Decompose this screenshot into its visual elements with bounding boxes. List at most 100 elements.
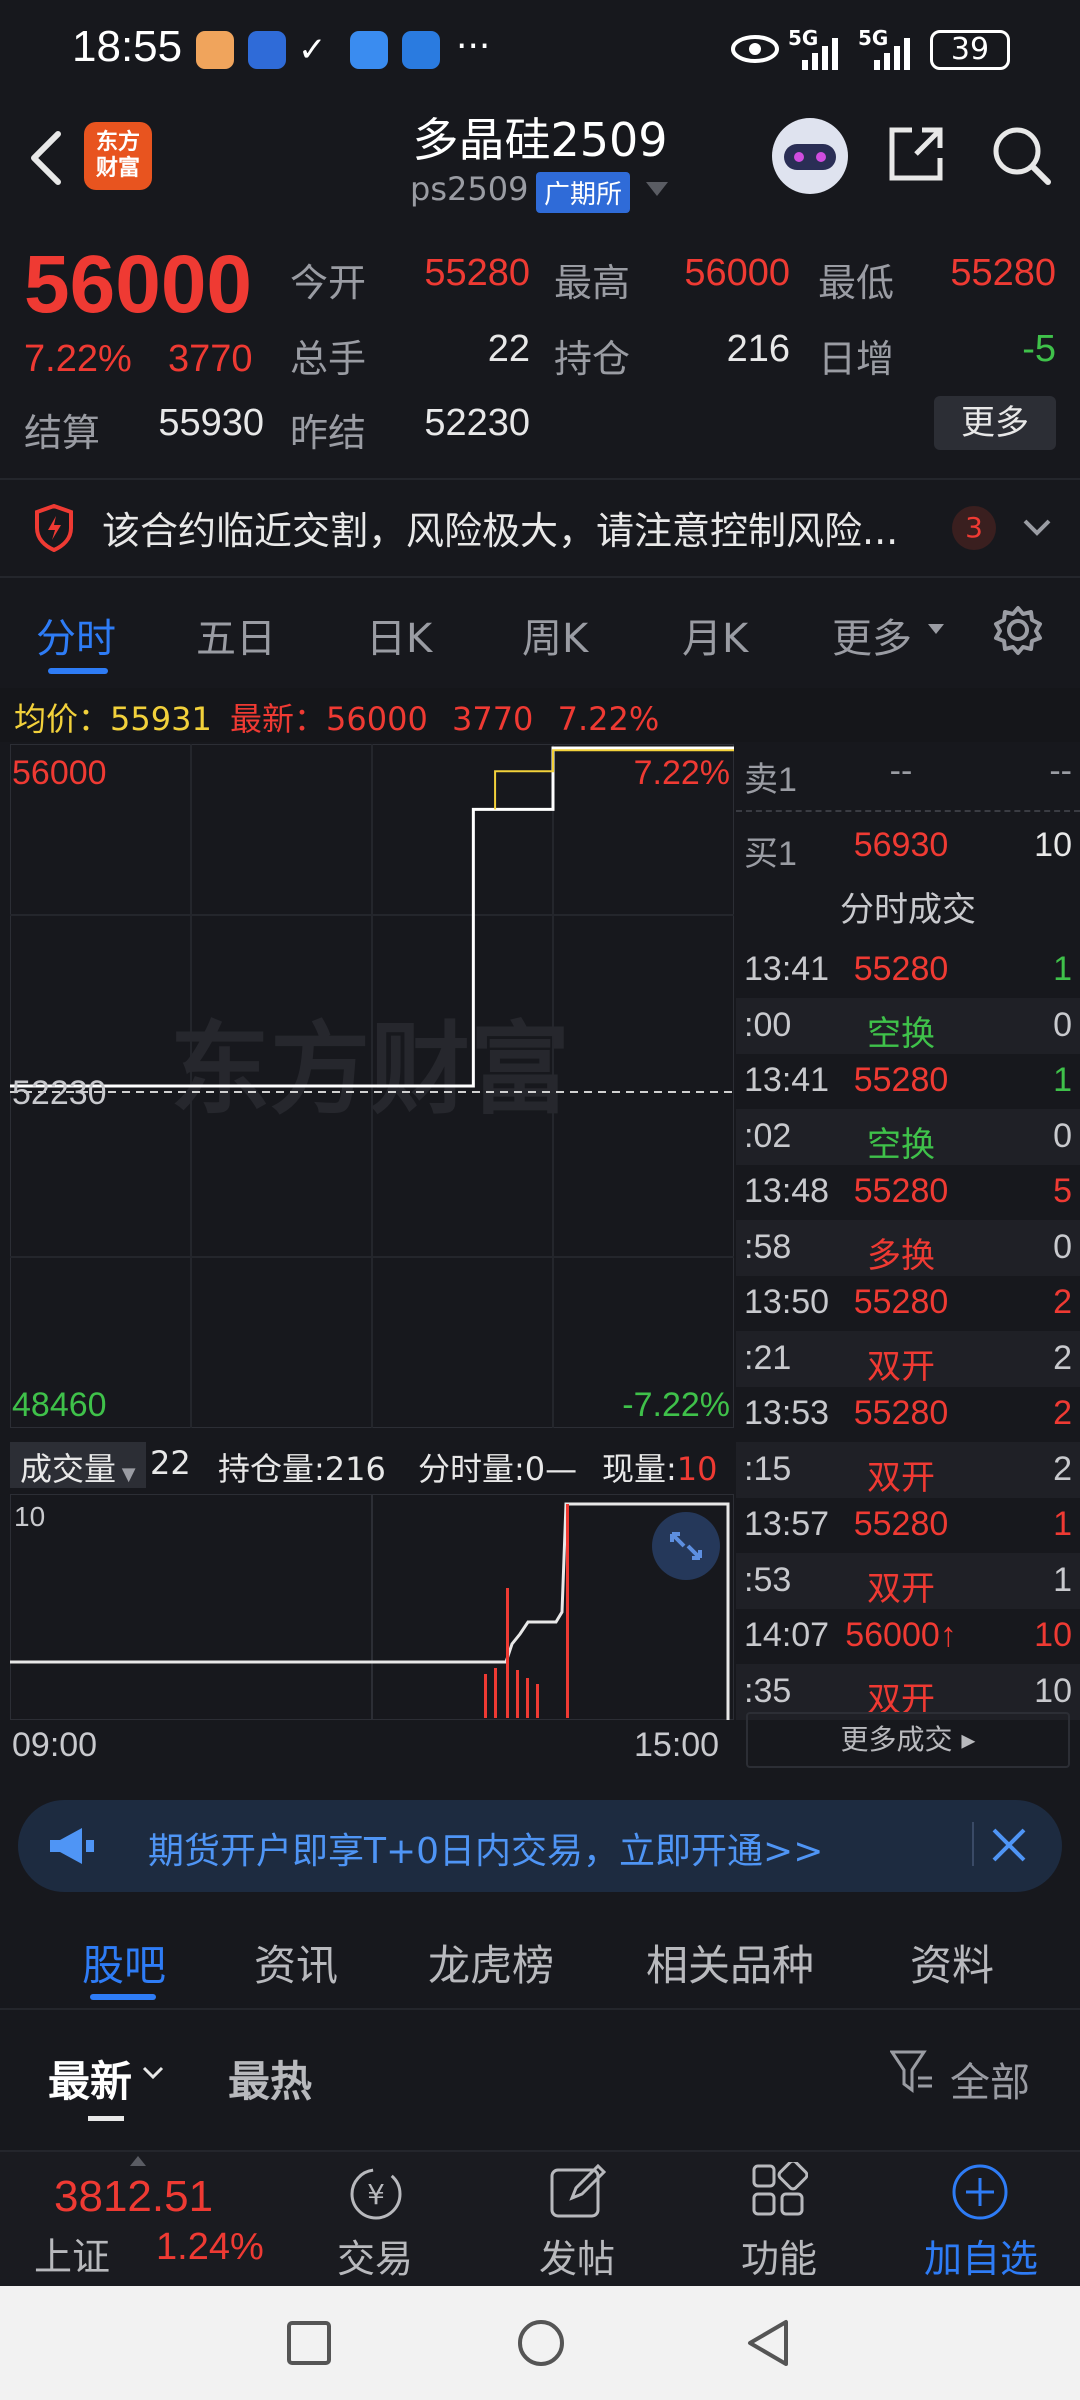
trade-row: :00 空换 0 (736, 997, 1080, 1054)
battery-icon: 39 (930, 30, 1010, 70)
tab-weekly-k[interactable]: 周K (522, 606, 588, 664)
tab-five-day[interactable]: 五日 (196, 606, 276, 664)
active-tab-indicator (90, 1994, 156, 2000)
search-icon[interactable] (990, 124, 1052, 186)
volume-bar (484, 1674, 487, 1718)
gear-icon[interactable] (992, 604, 1044, 656)
sort-latest[interactable]: 最新 (48, 2048, 132, 2109)
low-value: 55280 (950, 252, 1056, 294)
add-watchlist-label[interactable]: 加自选 (916, 2228, 1046, 2283)
oi-info: 持仓量:216 (218, 1450, 386, 1488)
open-label: 今开 (290, 261, 367, 305)
volume-total: 22 (150, 1444, 191, 1482)
tab-news[interactable]: 资讯 (254, 1932, 338, 1993)
functions-icon[interactable] (750, 2162, 808, 2220)
trade-volume: 0 (1053, 1116, 1072, 1155)
ai-assistant-icon[interactable] (772, 118, 848, 194)
post-label[interactable]: 发帖 (512, 2228, 642, 2283)
volume-chart: 10 (10, 1494, 734, 1720)
nav-back-icon[interactable] (744, 2318, 790, 2368)
trade-price: 双开 (867, 1458, 935, 1497)
trade-time: 14:07 (744, 1616, 830, 1654)
trade-price: 55280 (853, 1061, 949, 1099)
risk-text: 该合约临近交割，风险极大，请注意控制风险... (102, 509, 899, 553)
high-value: 56000 (684, 252, 790, 294)
tab-intraday[interactable]: 分时 (36, 606, 116, 664)
trade-price: 空换 (867, 1125, 935, 1164)
tab-related[interactable]: 相关品种 (646, 1932, 814, 1993)
settle-value: 55930 (158, 402, 264, 444)
trade-volume: 2 (1053, 1394, 1072, 1432)
trade-time: :00 (744, 1005, 792, 1044)
more-notifications-icon: ··· (456, 26, 491, 67)
trade-icon[interactable]: ¥ (344, 2164, 408, 2224)
trade-time: 13:48 (744, 1172, 830, 1210)
trade-price: 双开 (867, 1347, 935, 1386)
more-quote-button[interactable]: 更多 (934, 396, 1056, 450)
change-percent: 7.22% (24, 338, 132, 380)
prev-settle-label: 昨结 (290, 411, 367, 455)
eye-icon (731, 35, 779, 63)
ask-row: 卖1 -- -- (744, 752, 1072, 799)
trade-volume: 0 (1053, 1005, 1072, 1044)
functions-label[interactable]: 功能 (714, 2228, 844, 2283)
tab-more[interactable]: 更多 (832, 606, 912, 664)
volume-bar (536, 1684, 539, 1718)
trade-row: 13:53 55280 2 (736, 1386, 1080, 1442)
post-icon[interactable] (548, 2162, 608, 2222)
settle-label: 结算 (24, 411, 101, 455)
tab-monthly-k[interactable]: 月K (682, 606, 748, 664)
volume-bar (566, 1504, 569, 1718)
tab-forum[interactable]: 股吧 (82, 1932, 166, 1993)
x-axis-end: 15:00 (634, 1726, 720, 1764)
app-notification-icon (196, 31, 234, 69)
trade-time: 13:41 (744, 1061, 830, 1099)
chart-info-text: 均价：55931 最新：56000 3770 7.22% (14, 700, 660, 738)
contract-code: ps2509 (410, 170, 529, 208)
index-change[interactable]: 1.24% (156, 2226, 264, 2269)
trade-time: 13:53 (744, 1394, 830, 1432)
trade-time: 13:41 (744, 950, 830, 988)
sort-hot[interactable]: 最热 (228, 2048, 312, 2109)
filter-label[interactable]: 全部 (950, 2050, 1030, 2108)
tab-daily-k[interactable]: 日K (366, 606, 432, 664)
y-axis-top-label: 56000 (12, 754, 107, 792)
last-price: 56000 (24, 239, 253, 330)
exchange-badge[interactable]: 广期所 (536, 172, 631, 213)
app-notification-icon (248, 31, 286, 69)
order-book: 卖1 -- -- 买1 56930 10 分时成交 13:41 55280 1:00… (736, 744, 1080, 1768)
close-icon[interactable] (990, 1826, 1028, 1864)
volume-indicator-select[interactable]: 成交量 ▼ (10, 1442, 146, 1488)
chevron-down-icon[interactable] (646, 182, 668, 198)
tab-dragon-tiger[interactable]: 龙虎榜 (428, 1932, 554, 1993)
signal-icon (874, 38, 910, 70)
share-icon[interactable] (886, 124, 946, 184)
prev-settle-value: 52230 (424, 402, 530, 444)
trade-volume: 1 (1053, 1505, 1072, 1543)
intraday-chart[interactable]: 东方财富 56000 52230 48460 7.22% -7.22% (10, 744, 734, 1428)
trade-volume: 1 (1053, 950, 1072, 988)
more-trades-button[interactable]: 更多成交 ▸ (746, 1712, 1070, 1768)
open-interest-label: 持仓 (554, 337, 631, 381)
change-amount: 3770 (168, 338, 253, 380)
trade-price: 空换 (867, 1014, 935, 1053)
trade-row: 13:41 55280 1 (736, 1053, 1080, 1109)
trade-volume: 1 (1053, 1061, 1072, 1099)
volume-bar (526, 1678, 529, 1718)
index-name[interactable]: 上证 (34, 2226, 110, 2281)
trade-row: 14:07 56000↑ 10 (736, 1608, 1080, 1664)
open-interest-line (10, 1502, 730, 1720)
home-icon[interactable] (516, 2318, 566, 2368)
trade-label[interactable]: 交易 (310, 2228, 440, 2283)
trade-price: 55280 (853, 1394, 949, 1432)
index-value[interactable]: 3812.51 (54, 2172, 213, 2222)
trade-time: :53 (744, 1560, 792, 1599)
chevron-down-icon[interactable] (142, 2066, 164, 2080)
filter-icon[interactable] (890, 2050, 934, 2096)
add-watchlist-icon[interactable] (950, 2162, 1010, 2222)
chevron-down-icon[interactable] (1022, 518, 1052, 538)
watermark: 东方财富 (170, 1011, 570, 1128)
tab-profile[interactable]: 资料 (910, 1932, 994, 1993)
recent-apps-icon[interactable] (286, 2320, 332, 2366)
trade-price: 55280 (853, 1505, 949, 1543)
